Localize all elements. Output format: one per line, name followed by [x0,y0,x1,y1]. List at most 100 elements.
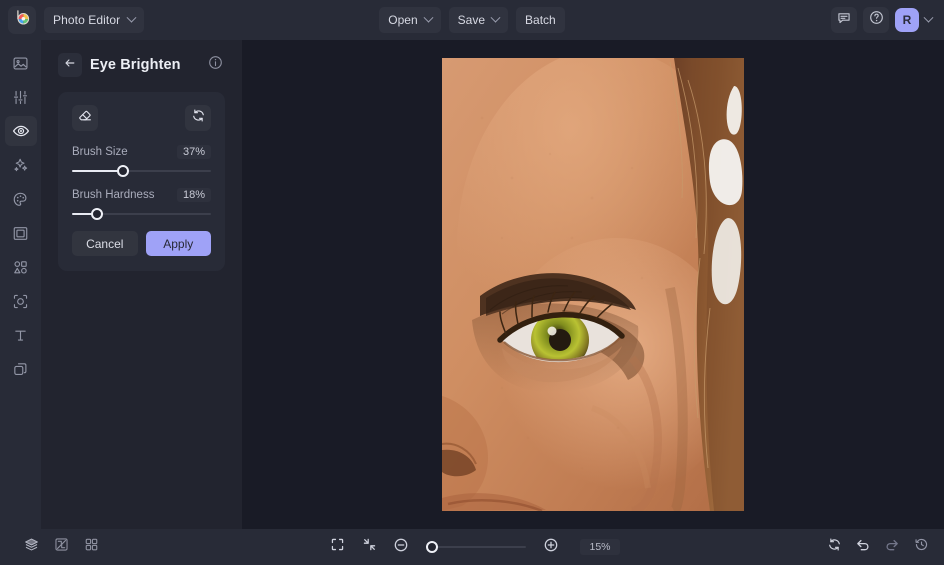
panel-actions: Cancel Apply [72,231,211,256]
redo-button[interactable] [879,534,905,560]
slider-handle[interactable] [117,165,130,177]
tool-panel: Eye Brighten Brush Size 37% Brush Hardne… [41,40,242,529]
layers-button[interactable] [18,534,44,560]
sparkles-icon [12,157,29,174]
undo-arrow-icon [855,537,871,558]
reset-brush-button[interactable] [185,105,211,131]
image-icon [12,55,29,72]
app-switcher-menu[interactable]: Photo Editor [44,7,145,33]
sidebar-item-layers-tool[interactable] [5,354,37,384]
photo-editor-app: Photo Editor Open Save Batch R Eye Brigh… [0,0,944,565]
minus-circle-icon [393,537,409,558]
canvas-area[interactable] [242,40,944,529]
tool-rail [0,40,41,529]
sidebar-item-frame-tool[interactable] [5,218,37,248]
zoom-level-value[interactable]: 15% [580,539,620,555]
sidebar-item-effects-tool[interactable] [5,150,37,180]
history-clock-icon [914,537,929,557]
chat-bubble-icon [837,11,851,30]
brush-hardness-label: Brush Hardness [72,189,155,201]
zoom-slider-handle[interactable] [426,541,439,553]
sidebar-item-color-tool[interactable] [5,184,37,214]
zoom-slider[interactable] [426,540,527,554]
app-logo-button[interactable] [8,6,36,34]
panel-title: Eye Brighten [90,57,181,73]
eraser-icon [78,108,93,128]
main-body: Eye Brighten Brush Size 37% Brush Hardne… [0,40,944,529]
user-avatar[interactable]: R [895,8,919,32]
palette-icon [12,191,29,208]
info-button[interactable] [205,55,225,75]
bottom-bar: 15% [0,529,944,565]
layers-copy-icon [12,361,29,378]
user-menu-button[interactable] [923,12,936,24]
back-button[interactable] [58,53,82,77]
sidebar-item-adjust-tool[interactable] [5,82,37,112]
sidebar-item-image-tool[interactable] [5,48,37,78]
open-button[interactable]: Open [379,7,441,33]
zoom-in-button[interactable] [538,534,564,560]
fit-screen-icon [330,537,345,557]
brush-settings-card: Brush Size 37% Brush Hardness 18% Cancel… [58,92,225,271]
history-button[interactable] [908,534,934,560]
panel-header: Eye Brighten [58,44,225,86]
compare-button[interactable] [48,534,74,560]
grid-button[interactable] [78,534,104,560]
eye-icon [12,122,30,140]
zoom-out-button[interactable] [388,534,414,560]
brush-mode-row [72,105,211,131]
chevron-down-icon [923,12,934,23]
actual-size-button[interactable] [356,534,382,560]
redo-arrow-icon [884,537,900,558]
plus-circle-icon [543,537,559,558]
color-wheel-logo-icon [14,9,31,31]
frame-icon [12,225,29,242]
question-circle-icon [869,10,884,30]
open-button-label: Open [388,13,418,27]
feedback-button[interactable] [831,7,857,33]
top-bar: Photo Editor Open Save Batch R [0,0,944,40]
brush-hardness-value: 18% [176,188,211,202]
brush-size-label: Brush Size [72,146,128,158]
app-switcher-label: Photo Editor [53,13,121,27]
sidebar-item-retouch-tool[interactable] [4,116,37,146]
filter-frame-icon [12,293,29,310]
fit-screen-button[interactable] [324,534,350,560]
shapes-icon [12,259,29,276]
brush-size-value: 37% [176,145,211,159]
save-button-label: Save [457,13,486,27]
cancel-button[interactable]: Cancel [72,231,138,256]
batch-button-label: Batch [525,13,556,27]
save-button[interactable]: Save [448,7,509,33]
chevron-down-icon [490,12,501,23]
brush-hardness-row: Brush Hardness 18% [72,188,211,202]
sliders-icon [12,89,29,106]
eraser-button[interactable] [72,105,98,131]
chevron-down-icon [423,12,434,23]
reset-button[interactable] [821,534,847,560]
slider-handle[interactable] [91,208,104,220]
brush-size-row: Brush Size 37% [72,145,211,159]
edited-photo[interactable] [442,58,744,511]
arrow-left-icon [63,56,77,75]
reset-circular-arrows-icon [827,537,842,557]
collapse-arrows-icon [362,537,377,557]
chevron-down-icon [126,12,137,23]
batch-button[interactable]: Batch [516,7,565,33]
sidebar-item-filter-tool[interactable] [5,286,37,316]
help-button[interactable] [863,7,889,33]
zoom-controls: 15% [0,534,944,560]
apply-button[interactable]: Apply [145,231,211,256]
compare-split-icon [54,537,69,557]
sidebar-item-text-tool[interactable] [5,320,37,350]
undo-button[interactable] [850,534,876,560]
info-circle-icon [208,55,223,75]
text-icon [12,327,29,344]
slider-fill [72,170,124,172]
top-bar-right-actions: R [831,7,936,33]
bottom-left-tools [18,534,104,560]
sidebar-item-shapes-tool[interactable] [5,252,37,282]
brush-hardness-slider[interactable] [72,207,211,221]
brush-size-slider[interactable] [72,164,211,178]
zoom-slider-track [426,546,527,548]
